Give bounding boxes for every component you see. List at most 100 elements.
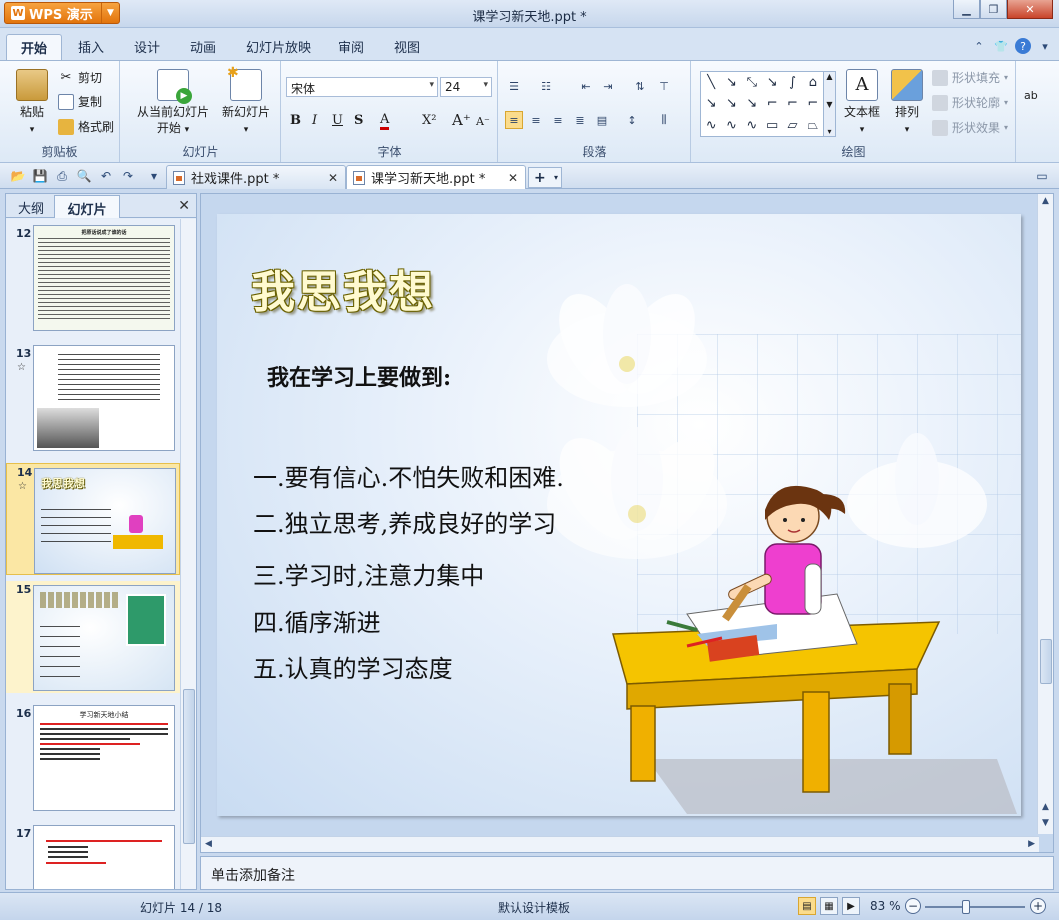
line-shape-icon[interactable]: ╲ xyxy=(701,72,721,93)
zoom-out-button[interactable]: − xyxy=(905,898,921,914)
close-tab-icon[interactable]: ✕ xyxy=(328,171,338,185)
slide-item[interactable]: 五.认真的学习态度 xyxy=(253,649,453,684)
close-panel-icon[interactable]: ✕ xyxy=(178,198,190,214)
text-shadow-button[interactable]: S xyxy=(354,113,363,128)
scrollbar-thumb[interactable] xyxy=(183,689,195,844)
rectangle-shape-icon[interactable]: ▭ xyxy=(762,115,782,136)
zoom-slider-track[interactable] xyxy=(925,906,1025,908)
arrow-shape-icon[interactable]: ↘ xyxy=(701,93,721,114)
tab-animation[interactable]: 动画 xyxy=(190,37,216,56)
align-text-icon[interactable]: ⊤ xyxy=(655,77,673,95)
curved-connector-icon[interactable]: ∿ xyxy=(721,115,741,136)
copy-button[interactable]: 复制 xyxy=(58,93,102,110)
justify-icon[interactable]: ≣ xyxy=(571,111,589,129)
tab-slideshow[interactable]: 幻灯片放映 xyxy=(246,37,311,56)
font-size-select[interactable]: 24 xyxy=(440,77,492,97)
cut-button[interactable]: ✂ 剪切 xyxy=(58,69,102,86)
arrow-shape-icon[interactable]: ↘ xyxy=(762,72,782,93)
italic-button[interactable]: I xyxy=(312,113,317,128)
freeform-shape-icon[interactable]: ⌂ xyxy=(803,72,823,93)
restore-button[interactable]: ❐ xyxy=(980,0,1007,19)
zoom-in-button[interactable]: + xyxy=(1030,898,1046,914)
slide-thumbnail[interactable] xyxy=(33,825,175,889)
slide-thumbnail[interactable]: 我思我想 xyxy=(34,468,176,574)
arrow-shape-icon[interactable]: ↘ xyxy=(721,72,741,93)
current-slide[interactable]: 我思我想 我在学习上要做到: 一.要有信心.不怕失败和困难. 二.独立思考,养成… xyxy=(217,214,1021,816)
notes-pane[interactable]: 单击添加备注 xyxy=(200,856,1054,890)
tab-slides[interactable]: 幻灯片 xyxy=(54,195,120,218)
underline-button[interactable]: U xyxy=(332,113,343,128)
shrink-font-button[interactable]: A⁻ xyxy=(476,115,490,128)
bullets-icon[interactable]: ☰ xyxy=(505,77,523,95)
close-window-button[interactable]: ✕ xyxy=(1007,0,1053,19)
format-painter-button[interactable]: 格式刷 xyxy=(58,118,114,135)
tab-design[interactable]: 设计 xyxy=(134,37,160,56)
thumbnail-row[interactable]: 12 把原话说成了谁的话 xyxy=(6,225,180,335)
doc-tab-active[interactable]: 课学习新天地.ppt * ✕ xyxy=(346,165,526,189)
align-left-icon[interactable]: ≡ xyxy=(505,111,523,129)
thumbnail-row[interactable]: 15 xyxy=(6,581,180,693)
tab-review[interactable]: 审阅 xyxy=(338,37,364,56)
doc-tab[interactable]: 社戏课件.ppt * ✕ xyxy=(166,165,346,189)
editor-vertical-scrollbar[interactable]: ▲ ▲ ▼ xyxy=(1037,194,1053,834)
font-color-button[interactable]: A xyxy=(380,113,390,130)
elbow-connector-icon[interactable]: ⌐ xyxy=(803,93,823,114)
thumbnail-row[interactable]: 13 ☆ xyxy=(6,345,180,455)
shape-fill-button[interactable]: 形状填充 ▾ xyxy=(932,69,1008,86)
tab-home[interactable]: 开始 xyxy=(6,34,62,60)
thumbnail-row-selected[interactable]: 14 ☆ 我思我想 xyxy=(6,463,180,575)
columns-icon[interactable]: ⫼ xyxy=(655,111,673,129)
double-arrow-shape-icon[interactable]: ⤡ xyxy=(742,72,762,93)
textbox-button[interactable]: A 文本框 ▾ xyxy=(840,69,884,138)
parallelogram-shape-icon[interactable]: ▱ xyxy=(782,115,802,136)
decrease-indent-icon[interactable]: ⇤ xyxy=(577,77,595,95)
zoom-slider-knob[interactable] xyxy=(961,900,970,914)
save-icon[interactable]: 💾 xyxy=(32,168,48,184)
replace-icon[interactable]: ab xyxy=(1024,89,1038,102)
new-slide-button[interactable]: ✱ 新幻灯片 ▾ xyxy=(217,65,275,138)
curve-shape-icon[interactable]: ∫ xyxy=(782,72,802,93)
line-spacing-icon[interactable]: ↕ xyxy=(623,111,641,129)
tab-list-icon[interactable]: ▭ xyxy=(1034,168,1050,184)
slide-title[interactable]: 我思我想 xyxy=(251,256,435,320)
slide-item[interactable]: 三.学习时,注意力集中 xyxy=(253,556,484,591)
shapes-gallery[interactable]: ╲ ↘ ⤡ ↘ ∫ ⌂ ↘ ↘ ↘ ⌐ ⌐ ⌐ ∿ ∿ ∿ ▭ ▱ ⏢ xyxy=(700,71,824,137)
open-icon[interactable]: 📂 xyxy=(10,168,26,184)
help-icon[interactable]: ? xyxy=(1015,38,1031,54)
align-center-icon[interactable]: ≡ xyxy=(527,111,545,129)
slide-item[interactable]: 一.要有信心.不怕失败和困难. xyxy=(253,458,564,493)
play-from-current-button[interactable]: ▶ 从当前幻灯片 开始 ▾ xyxy=(127,69,219,138)
slide-sorter-view-button[interactable]: ▦ xyxy=(820,897,838,915)
thumbnail-row[interactable]: 16 学习新天地小结 xyxy=(6,705,180,815)
trapezoid-shape-icon[interactable]: ⏢ xyxy=(803,115,823,136)
thumbnail-row[interactable]: 17 xyxy=(6,825,180,889)
print-icon[interactable]: ⎙ xyxy=(54,168,70,184)
numbering-icon[interactable]: ☷ xyxy=(537,77,555,95)
arrow-shape-icon[interactable]: ↘ xyxy=(742,93,762,114)
superscript-button[interactable]: X² xyxy=(422,113,436,128)
slideshow-view-button[interactable]: ▶ xyxy=(842,897,860,915)
arrange-button[interactable]: 排列 ▾ xyxy=(886,69,928,138)
redo-icon[interactable]: ↷ xyxy=(120,168,136,184)
slide-item[interactable]: 二.独立思考,养成良好的学习 xyxy=(253,504,556,539)
chevron-down-icon[interactable]: ▾ xyxy=(1037,38,1053,54)
align-right-icon[interactable]: ≡ xyxy=(549,111,567,129)
arrow-shape-icon[interactable]: ↘ xyxy=(721,93,741,114)
curved-connector-icon[interactable]: ∿ xyxy=(701,115,721,136)
ribbon-minimize-icon[interactable]: ⌃ xyxy=(971,38,987,54)
font-name-select[interactable]: 宋体 xyxy=(286,77,438,97)
new-tab-button[interactable]: + xyxy=(528,167,562,188)
slide-thumbnail[interactable]: 学习新天地小结 xyxy=(33,705,175,811)
close-tab-icon[interactable]: ✕ xyxy=(508,171,518,185)
skin-icon[interactable]: 👕 xyxy=(993,38,1009,54)
increase-indent-icon[interactable]: ⇥ xyxy=(599,77,617,95)
minimize-button[interactable]: ▁ xyxy=(953,0,980,19)
print-preview-icon[interactable]: 🔍 xyxy=(76,168,92,184)
slide-item[interactable]: 四.循序渐进 xyxy=(253,603,381,638)
grow-font-button[interactable]: A⁺ xyxy=(452,111,471,129)
slide-thumbnail[interactable] xyxy=(33,345,175,451)
normal-view-button[interactable]: ▤ xyxy=(798,897,816,915)
tab-view[interactable]: 视图 xyxy=(394,37,420,56)
scrollbar-thumb[interactable] xyxy=(1040,639,1052,684)
undo-icon[interactable]: ↶ xyxy=(98,168,114,184)
